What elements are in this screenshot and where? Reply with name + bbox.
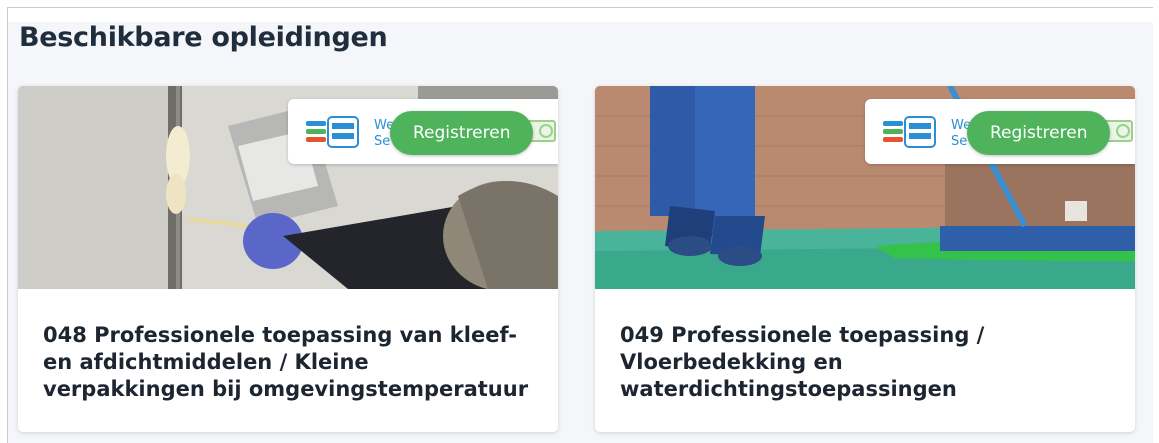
card-title[interactable]: 048 Professionele toepassing van kleef- … <box>43 322 543 403</box>
card-title[interactable]: 049 Professionele toepassing / Vloerbede… <box>620 322 1120 403</box>
register-button[interactable]: Registreren <box>967 111 1111 155</box>
safe-use-logo-icon <box>883 116 936 148</box>
register-button[interactable]: Registreren <box>390 111 534 155</box>
card-title-line: waterdichtingstoepassingen <box>620 377 957 401</box>
card-title-line: en afdichtmiddelen / Kleine <box>43 350 369 374</box>
training-card-049[interactable]: We Se Registreren 049 Professionele toep… <box>595 86 1135 432</box>
safe-use-logo-icon <box>306 116 359 148</box>
section-title: Beschikbare opleidingen <box>19 22 388 53</box>
card-title-line: Vloerbedekking en <box>620 350 843 374</box>
card-title-line: 048 Professionele toepassing van kleef- <box>43 323 517 347</box>
card-title-line: verpakkingen bij omgevingstemperatuur <box>43 377 529 401</box>
card-title-line: 049 Professionele toepassing / <box>620 323 985 347</box>
training-card-048[interactable]: We Se Registreren 048 Professionele toep… <box>18 86 558 432</box>
